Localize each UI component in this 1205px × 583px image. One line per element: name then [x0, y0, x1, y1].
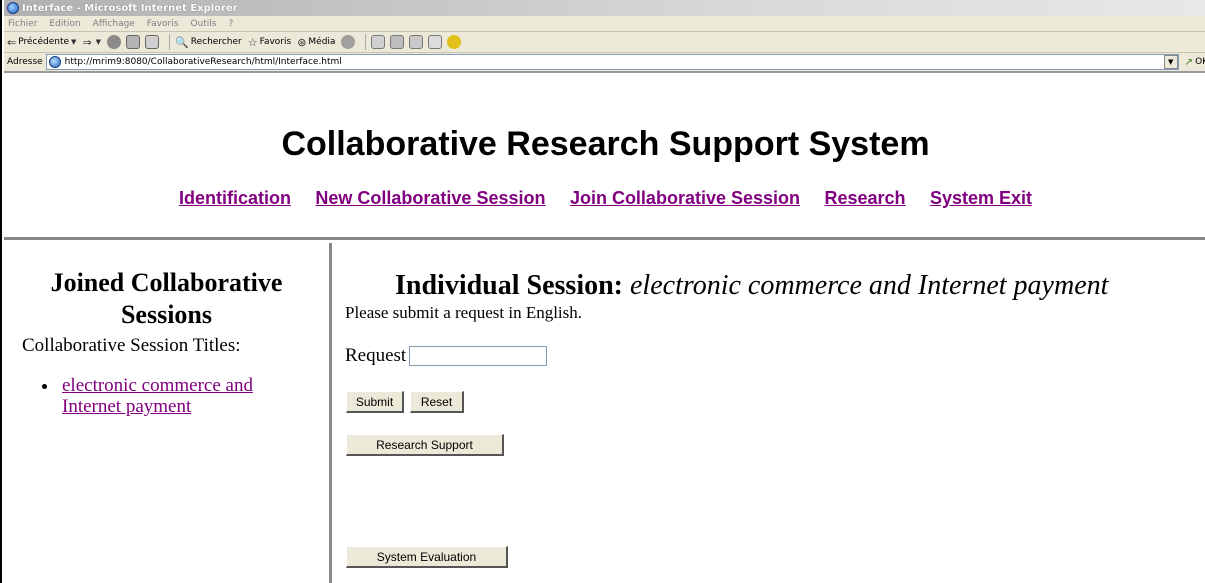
nav-research[interactable]: Research [824, 188, 905, 208]
main-nav: Identification New Collaborative Session… [4, 188, 1205, 209]
menu-item-edition[interactable]: Edition [49, 19, 80, 29]
print-icon[interactable] [390, 35, 405, 49]
page-title: Collaborative Research Support System [281, 125, 930, 163]
internet-explorer-icon [7, 2, 19, 14]
submit-button[interactable]: Submit [346, 391, 404, 413]
favorites-button-label: Favoris [259, 37, 292, 47]
address-dropdown-button[interactable]: ▼ [1163, 55, 1178, 69]
menu-bar: Fichier Edition Affichage Favoris Outils… [4, 16, 1205, 32]
edit-icon[interactable] [409, 35, 424, 49]
address-input[interactable]: http://mrim9:8080/CollaborativeResearch/… [45, 54, 1179, 70]
forward-button[interactable]: ⇒ ▼ [82, 33, 101, 51]
reset-button[interactable]: Reset [410, 391, 464, 413]
research-support-button[interactable]: Research Support [346, 434, 504, 456]
menu-item-outils[interactable]: Outils [190, 19, 216, 29]
mail-icon[interactable] [371, 35, 386, 49]
page-icon [48, 56, 61, 68]
favorites-button[interactable]: ☆ Favoris [248, 33, 291, 51]
list-item: electronic commerce and Internet payment [42, 375, 302, 417]
request-row: Request [345, 345, 548, 367]
window-title: Interface - Microsoft Internet Explorer [22, 2, 238, 14]
nav-new-collaborative-session[interactable]: New Collaborative Session [315, 188, 545, 208]
messenger-icon[interactable] [447, 35, 462, 49]
forward-arrow-icon: ⇒ [82, 35, 92, 49]
chevron-down-icon: ▼ [95, 38, 102, 46]
session-titles-label: Collaborative Session Titles: [22, 335, 241, 356]
joined-sessions-heading-line1: Joined Collaborative [50, 268, 283, 297]
search-icon: 🔍 [175, 35, 189, 49]
system-evaluation-button[interactable]: System Evaluation [346, 546, 508, 568]
media-button-label: Média [308, 37, 336, 47]
session-heading-label: Individual Session: [395, 270, 623, 301]
request-input[interactable] [409, 346, 548, 366]
go-button[interactable]: ↗ OK [1185, 57, 1205, 68]
chevron-down-icon: ▼ [71, 38, 77, 46]
menu-item-fichier[interactable]: Fichier [8, 19, 37, 29]
request-label: Request [345, 345, 407, 366]
session-link[interactable]: electronic commerce and Internet payment [62, 375, 253, 417]
menu-item-help[interactable]: ? [228, 19, 233, 29]
nav-system-exit[interactable]: System Exit [930, 188, 1032, 208]
address-url: http://mrim9:8080/CollaborativeResearch/… [64, 57, 342, 67]
toolbar-divider [169, 34, 171, 50]
joined-sessions-frame: Joined Collaborative Sessions Collaborat… [4, 243, 332, 583]
toolbar-divider [365, 34, 367, 50]
address-label: Adresse [7, 57, 43, 67]
search-button[interactable]: 🔍 Rechercher [175, 33, 242, 51]
favorites-icon: ☆ [247, 35, 258, 49]
browser-window: Interface - Microsoft Internet Explorer … [0, 0, 1205, 583]
chevron-down-icon: ▼ [1167, 58, 1174, 66]
header-frame: Collaborative Research Support System Id… [4, 75, 1205, 240]
media-icon: ⊛ [297, 35, 307, 49]
instruction-text: Please submit a request in English. [345, 303, 583, 322]
session-heading-topic: electronic commerce and Internet payment [630, 270, 1109, 301]
toolbar: ⇐ Précédente ▼ ⇒ ▼ 🔍 Rechercher ☆ Favori… [4, 32, 1205, 53]
back-button-label: Précédente [18, 37, 70, 47]
go-button-label: OK [1195, 57, 1205, 67]
title-bar: Interface - Microsoft Internet Explorer [4, 0, 1205, 16]
menu-item-favoris[interactable]: Favoris [147, 19, 179, 29]
individual-session-frame: Individual Session: electronic commerce … [335, 243, 1205, 583]
stop-icon[interactable] [107, 35, 122, 49]
session-heading: Individual Session: electronic commerce … [395, 270, 1108, 302]
joined-sessions-heading-line2: Sessions [120, 300, 213, 329]
address-bar: Adresse http://mrim9:8080/CollaborativeR… [4, 53, 1205, 73]
back-arrow-icon: ⇐ [7, 35, 17, 49]
session-list: electronic commerce and Internet payment [42, 375, 302, 417]
media-button[interactable]: ⊛ Média [297, 33, 335, 51]
nav-identification[interactable]: Identification [179, 188, 291, 208]
refresh-icon[interactable] [126, 35, 141, 49]
nav-join-collaborative-session[interactable]: Join Collaborative Session [570, 188, 800, 208]
search-button-label: Rechercher [190, 37, 242, 47]
menu-item-affichage[interactable]: Affichage [93, 19, 135, 29]
back-button[interactable]: ⇐ Précédente ▼ [7, 33, 76, 51]
history-icon[interactable] [341, 35, 356, 49]
home-icon[interactable] [145, 35, 160, 49]
joined-sessions-heading: Joined Collaborative Sessions [4, 267, 329, 331]
discuss-icon[interactable] [428, 35, 443, 49]
go-arrow-icon: ↗ [1184, 56, 1194, 68]
